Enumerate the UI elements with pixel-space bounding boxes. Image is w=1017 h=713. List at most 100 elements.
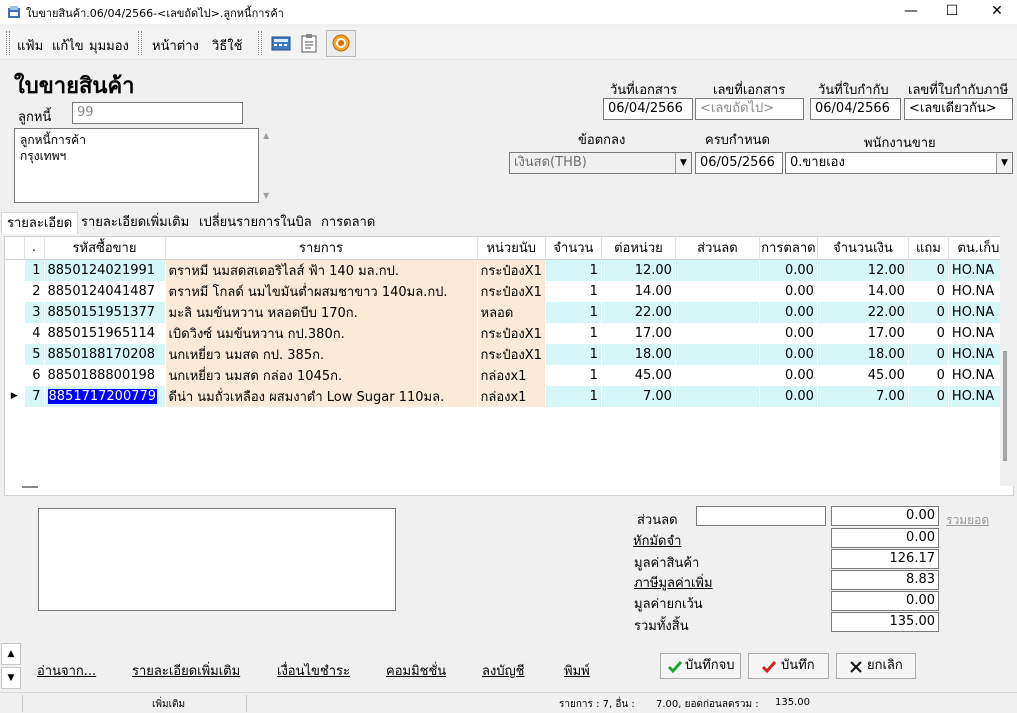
print-link[interactable]: พิมพ์ [564, 660, 590, 681]
cell-price[interactable]: 22.00 [601, 301, 676, 323]
table-row[interactable]: ▶ 7 8851717200779 ดีน่า นมถั่วเหลือง ผสมงาด… [5, 385, 1009, 407]
move-down-button[interactable]: ▼ [1, 667, 21, 689]
tab-details[interactable]: รายละเอียด [1, 212, 79, 234]
cell-marketing[interactable]: 0.00 [759, 280, 818, 302]
total-link[interactable]: รวมยอด [946, 511, 989, 530]
cell-price[interactable]: 12.00 [601, 259, 676, 281]
doc-date-field[interactable]: 06/04/2566 [603, 98, 693, 120]
cell-code[interactable]: 8850124041487 [44, 280, 166, 302]
cell-discount[interactable] [675, 259, 760, 281]
table-row[interactable]: 5 8850188170208 นกเหยี่ยว นมสด กป. 385ก. กร… [5, 343, 1009, 365]
cell-discount[interactable] [675, 343, 760, 365]
cell-code[interactable]: 8850188170208 [44, 343, 166, 365]
cell-amount[interactable]: 17.00 [817, 322, 909, 344]
close-button[interactable]: ✕ [974, 0, 1017, 24]
chevron-down-icon[interactable]: ▼ [996, 153, 1012, 173]
tax-no-field[interactable]: <เลขเดียวกัน> [904, 98, 1013, 120]
cell-amount[interactable]: 45.00 [817, 364, 909, 386]
cell-qty[interactable]: 1 [545, 343, 602, 365]
cell-marketing[interactable]: 0.00 [759, 364, 818, 386]
cell-no[interactable]: 2 [24, 280, 45, 302]
cell-unit[interactable]: กระป๋องX1 [477, 280, 546, 302]
doc-no-field[interactable]: <เลขถัดไป> [695, 98, 804, 120]
clipboard-icon[interactable] [298, 32, 320, 54]
discount-input[interactable] [696, 506, 826, 526]
payment-terms-link[interactable]: เงื่อนไขชำระ [277, 660, 350, 681]
grid-header-marketing[interactable]: การตลาด [759, 237, 818, 260]
cell-free[interactable]: 0 [908, 322, 949, 344]
cell-discount[interactable] [675, 322, 760, 344]
grid-scrollbar[interactable] [1000, 236, 1014, 486]
cell-marketing[interactable]: 0.00 [759, 343, 818, 365]
cell-item[interactable]: ตราหมี นมสดสเตอริไลส์ ฟ้า 140 มล.กป. [165, 259, 478, 281]
salesman-select[interactable]: 0.ขายเอง ▼ [785, 152, 1013, 174]
calculator-icon[interactable] [270, 32, 292, 54]
grid-header-qty[interactable]: จำนวน [545, 237, 602, 260]
grid-resize-handle[interactable] [22, 486, 38, 488]
cell-price[interactable]: 14.00 [601, 280, 676, 302]
grid-header-amount[interactable]: จำนวนเงิน [817, 237, 909, 260]
cell-code[interactable]: 8851717200779 [44, 385, 166, 407]
cell-discount[interactable] [675, 364, 760, 386]
cell-qty[interactable]: 1 [545, 280, 602, 302]
grid-header-unit[interactable]: หน่วยนับ [477, 237, 546, 260]
cell-free[interactable]: 0 [908, 385, 949, 407]
commission-link[interactable]: คอมมิชชั่น [386, 660, 446, 681]
cell-unit[interactable]: กล่องx1 [477, 385, 546, 407]
cell-amount[interactable]: 14.00 [817, 280, 909, 302]
read-from-link[interactable]: อ่านจาก... [37, 660, 96, 681]
menu-view[interactable]: มุมมอง [89, 35, 129, 56]
due-date-field[interactable]: 06/05/2566 [695, 152, 783, 174]
cell-price[interactable]: 45.00 [601, 364, 676, 386]
grid-header-discount[interactable]: ส่วนลด [675, 237, 760, 260]
cell-item[interactable]: เบิดวิงซ์ นมข้นหวาน กป.380ก. [165, 322, 478, 344]
menu-edit[interactable]: แก้ไข [52, 35, 84, 56]
cell-discount[interactable] [675, 301, 760, 323]
cell-item[interactable]: มะลิ นมข้นหวาน หลอดบีบ 170ก. [165, 301, 478, 323]
deposit-label[interactable]: หักมัดจำ [633, 530, 681, 551]
cell-price[interactable]: 7.00 [601, 385, 676, 407]
cell-marketing[interactable]: 0.00 [759, 385, 818, 407]
cell-amount[interactable]: 22.00 [817, 301, 909, 323]
tax-date-field[interactable]: 06/04/2566 [810, 98, 901, 120]
minimize-button[interactable]: — [888, 0, 934, 24]
cell-item[interactable]: นกเหยี่ยว นมสด กป. 385ก. [165, 343, 478, 365]
cell-amount[interactable]: 7.00 [817, 385, 909, 407]
post-ledger-link[interactable]: ลงบัญชี [482, 660, 524, 681]
terms-select[interactable]: เงินสด(THB) ▼ [509, 152, 692, 174]
cell-amount[interactable]: 18.00 [817, 343, 909, 365]
cell-no[interactable]: 6 [24, 364, 45, 386]
cell-qty[interactable]: 1 [545, 322, 602, 344]
cell-code[interactable]: 8850151951377 [44, 301, 166, 323]
scroll-down-icon[interactable]: ▼ [263, 191, 269, 200]
grid-header-no[interactable]: . [24, 237, 45, 260]
cell-no[interactable]: 4 [24, 322, 45, 344]
cell-unit[interactable]: กล่องx1 [477, 364, 546, 386]
scroll-up-icon[interactable]: ▲ [263, 131, 269, 140]
cell-qty[interactable]: 1 [545, 301, 602, 323]
grid-header-code[interactable]: รหัสซื้อขาย [44, 237, 166, 260]
note-box[interactable] [38, 508, 396, 611]
cancel-button[interactable]: ยกเลิก [836, 653, 916, 679]
table-row[interactable]: 2 8850124041487 ตราหมี โกลด์ นมไขมันต่ำผสม… [5, 280, 1009, 302]
cell-code[interactable]: 8850188800198 [44, 364, 166, 386]
cell-free[interactable]: 0 [908, 259, 949, 281]
menu-window[interactable]: หน้าต่าง [152, 35, 199, 56]
tab-change-items[interactable]: เปลี่ยนรายการในบิล [194, 212, 317, 234]
more-details-link[interactable]: รายละเอียดเพิ่มเติม [132, 660, 240, 681]
tab-more-details[interactable]: รายละเอียดเพิ่มเติม [76, 212, 194, 234]
tab-marketing[interactable]: การตลาด [316, 212, 380, 234]
items-grid[interactable]: . รหัสซื้อขาย รายการ หน่วยนับ จำนวน ต่อห… [4, 236, 1014, 496]
cell-free[interactable]: 0 [908, 343, 949, 365]
scrollbar-thumb[interactable] [1003, 351, 1007, 461]
move-up-button[interactable]: ▲ [1, 643, 21, 665]
debtor-field[interactable]: 99 [72, 102, 243, 124]
cell-discount[interactable] [675, 385, 760, 407]
cell-qty[interactable]: 1 [545, 364, 602, 386]
target-icon[interactable] [330, 32, 352, 54]
cell-price[interactable]: 18.00 [601, 343, 676, 365]
cell-item[interactable]: ดีน่า นมถั่วเหลือง ผสมงาดำ Low Sugar 110… [165, 385, 478, 407]
cell-marketing[interactable]: 0.00 [759, 259, 818, 281]
grid-header-item[interactable]: รายการ [165, 237, 478, 260]
maximize-button[interactable]: ☐ [929, 0, 975, 24]
